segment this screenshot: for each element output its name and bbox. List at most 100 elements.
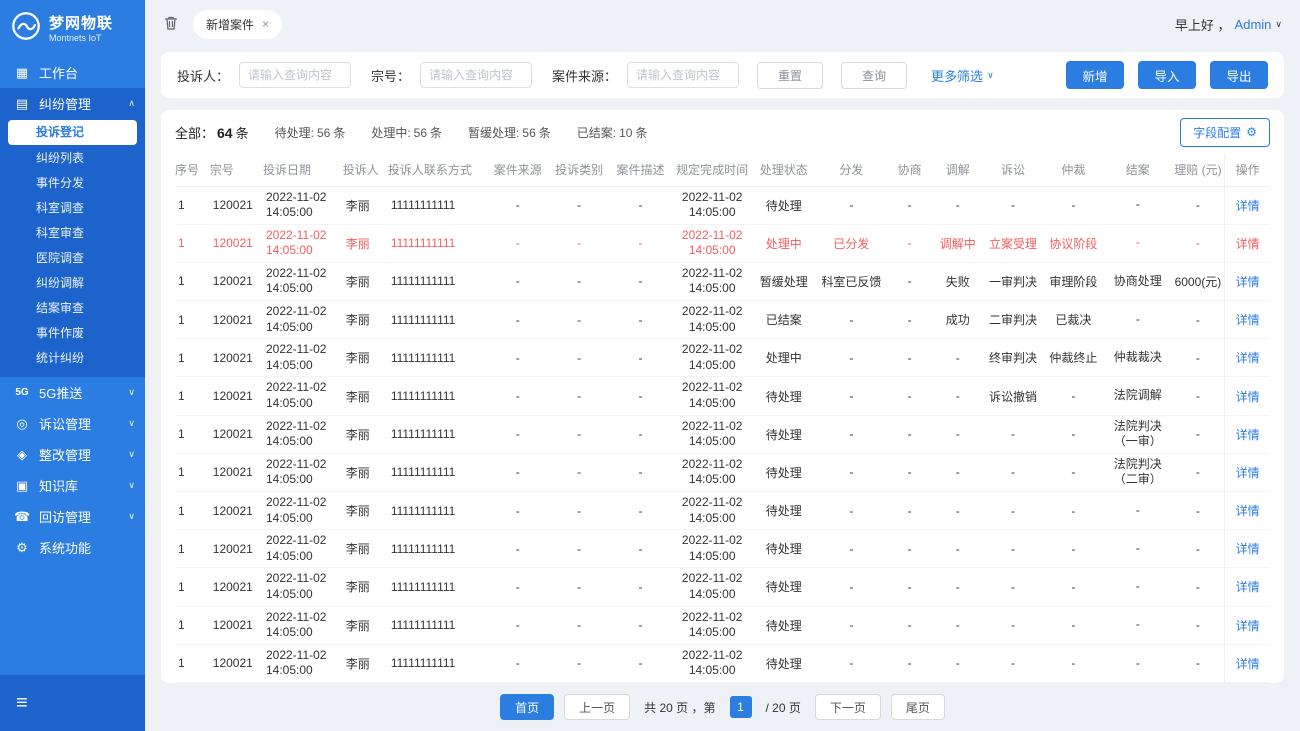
export-button[interactable]: 导出 — [1210, 61, 1268, 89]
detail-link[interactable]: 详情 — [1236, 237, 1260, 251]
table-row: 11200212022-11-02 14:05:00李丽11111111111-… — [175, 262, 1270, 300]
table-cell: 2022-11-02 14:05:00 — [263, 301, 343, 339]
sidebar-item-dispute[interactable]: ▤纠纷管理∧ — [0, 88, 145, 119]
user-menu[interactable]: 早上好 ， Admin ∨ — [1175, 15, 1282, 34]
followup-icon: ☎ — [14, 509, 30, 525]
litigation-icon: ◎ — [14, 416, 30, 432]
table-cell: - — [1104, 186, 1172, 224]
table-cell: - — [887, 415, 932, 453]
detail-link[interactable]: 详情 — [1236, 619, 1260, 633]
table-cell: - — [816, 644, 888, 682]
current-page[interactable]: 1 — [730, 696, 752, 718]
table-cell: - — [1172, 186, 1225, 224]
sidebar-item-followup[interactable]: ☎回访管理∨ — [0, 501, 145, 532]
table-cell: - — [816, 453, 888, 491]
sidebar-subitem[interactable]: 科室调查 — [0, 196, 145, 221]
prev-page-button[interactable]: 上一页 — [564, 694, 630, 720]
detail-link[interactable]: 详情 — [1236, 275, 1260, 289]
sidebar-item-litigation[interactable]: ◎诉讼管理∨ — [0, 408, 145, 439]
detail-link[interactable]: 详情 — [1236, 542, 1260, 556]
detail-link[interactable]: 详情 — [1236, 313, 1260, 327]
first-page-button[interactable]: 首页 — [500, 694, 554, 720]
detail-link[interactable]: 详情 — [1236, 428, 1260, 442]
table-cell: - — [486, 453, 549, 491]
username[interactable]: Admin — [1235, 17, 1272, 32]
table-cell: 11111111111 — [388, 453, 486, 491]
column-header: 投诉人联系方式 — [388, 154, 486, 186]
sidebar-item-5g-push[interactable]: 5G5G推送∨ — [0, 377, 145, 408]
filter-bar: 投诉人： 宗号： 案件来源： 重置 查询 更多筛选 ∨ 新增 导入 导出 — [161, 52, 1284, 98]
trash-button[interactable] — [163, 15, 179, 34]
table-cell: 2022-11-02 14:05:00 — [672, 377, 752, 415]
sidebar-subitem[interactable]: 医院调查 — [0, 246, 145, 271]
table-cell: 120021 — [210, 224, 263, 262]
detail-link[interactable]: 详情 — [1236, 466, 1260, 480]
sidebar-subitem[interactable]: 事件作废 — [0, 321, 145, 346]
table-cell: - — [549, 644, 608, 682]
sidebar-subitem[interactable]: 纠纷调解 — [0, 271, 145, 296]
table-cell: - — [932, 339, 983, 377]
sidebar-subitem[interactable]: 投诉登记 — [8, 120, 137, 145]
table-cell: 法院判决（二审） — [1104, 453, 1172, 491]
sidebar-item-knowledge[interactable]: ▣知识库∨ — [0, 470, 145, 501]
sidebar-item-workbench[interactable]: ▦工作台 — [0, 57, 145, 88]
detail-link[interactable]: 详情 — [1236, 580, 1260, 594]
greeting-text: 早上好 ， — [1175, 15, 1231, 34]
sidebar-collapse-button[interactable]: ≡ — [16, 692, 28, 715]
sidebar-subitem[interactable]: 统计纠纷 — [0, 346, 145, 371]
filter-label-case-no: 宗号： — [371, 66, 410, 85]
table-row: 11200212022-11-02 14:05:00李丽11111111111-… — [175, 606, 1270, 644]
sidebar-item-system[interactable]: ⚙系统功能 — [0, 532, 145, 563]
table-cell: 120021 — [210, 568, 263, 606]
sidebar-subitem[interactable]: 结案审查 — [0, 296, 145, 321]
field-config-button[interactable]: 字段配置 ⚙ — [1180, 118, 1270, 147]
table-cell: - — [1172, 224, 1225, 262]
table-cell: - — [1043, 644, 1104, 682]
main-area: 新增案件 × 早上好 ， Admin ∨ 投诉人： 宗号： 案件来源： 重置 查… — [145, 0, 1300, 731]
table-cell: 李丽 — [343, 301, 388, 339]
table-cell: - — [932, 568, 983, 606]
table-cell: 1 — [175, 186, 210, 224]
sidebar-menu: ▦工作台▤纠纷管理∧投诉登记纠纷列表事件分发科室调查科室审查医院调查纠纷调解结案… — [0, 57, 145, 675]
case-no-input[interactable] — [420, 62, 532, 88]
detail-link[interactable]: 详情 — [1236, 199, 1260, 213]
sidebar-item-rectify[interactable]: ◈整改管理∨ — [0, 439, 145, 470]
table-cell: - — [1172, 339, 1225, 377]
table-cell: 李丽 — [343, 262, 388, 300]
detail-link[interactable]: 详情 — [1236, 351, 1260, 365]
search-button[interactable]: 查询 — [841, 62, 907, 89]
case-source-input[interactable] — [627, 62, 739, 88]
sidebar-subitem[interactable]: 事件分发 — [0, 171, 145, 196]
last-page-button[interactable]: 尾页 — [891, 694, 945, 720]
table-cell: - — [1172, 301, 1225, 339]
next-page-button[interactable]: 下一页 — [815, 694, 881, 720]
table-cell: - — [549, 224, 608, 262]
table-cell: 李丽 — [343, 492, 388, 530]
detail-link[interactable]: 详情 — [1236, 504, 1260, 518]
tab-new-case[interactable]: 新增案件 × — [193, 10, 282, 39]
table-cell: 1 — [175, 377, 210, 415]
submenu-dispute: 投诉登记纠纷列表事件分发科室调查科室审查医院调查纠纷调解结案审查事件作废统计纠纷 — [0, 120, 145, 377]
table-row: 11200212022-11-02 14:05:00李丽11111111111-… — [175, 568, 1270, 606]
table-cell: - — [549, 415, 608, 453]
table-cell: 立案受理 — [983, 224, 1042, 262]
detail-link[interactable]: 详情 — [1236, 657, 1260, 671]
table-cell: 2022-11-02 14:05:00 — [263, 644, 343, 682]
complainant-input[interactable] — [239, 62, 351, 88]
sidebar-subitem[interactable]: 纠纷列表 — [0, 146, 145, 171]
operation-cell: 详情 — [1225, 339, 1270, 377]
chevron-up-icon: ∧ — [128, 98, 135, 109]
table-cell: 2022-11-02 14:05:00 — [672, 644, 752, 682]
table-card: 全部：64条待处理:56条处理中:56条暂缓处理:56条已结案:10条 字段配置… — [161, 110, 1284, 683]
import-button[interactable]: 导入 — [1138, 61, 1196, 89]
table-cell: - — [549, 339, 608, 377]
tab-close-icon[interactable]: × — [262, 17, 269, 31]
add-button[interactable]: 新增 — [1066, 61, 1124, 89]
reset-button[interactable]: 重置 — [757, 62, 823, 89]
sidebar-subitem[interactable]: 科室审查 — [0, 221, 145, 246]
table-cell: 待处理 — [752, 606, 815, 644]
more-filters-link[interactable]: 更多筛选 ∨ — [931, 66, 994, 85]
detail-link[interactable]: 详情 — [1236, 390, 1260, 404]
chevron-down-icon: ∨ — [128, 449, 135, 460]
sidebar-item-label: 知识库 — [39, 476, 119, 495]
